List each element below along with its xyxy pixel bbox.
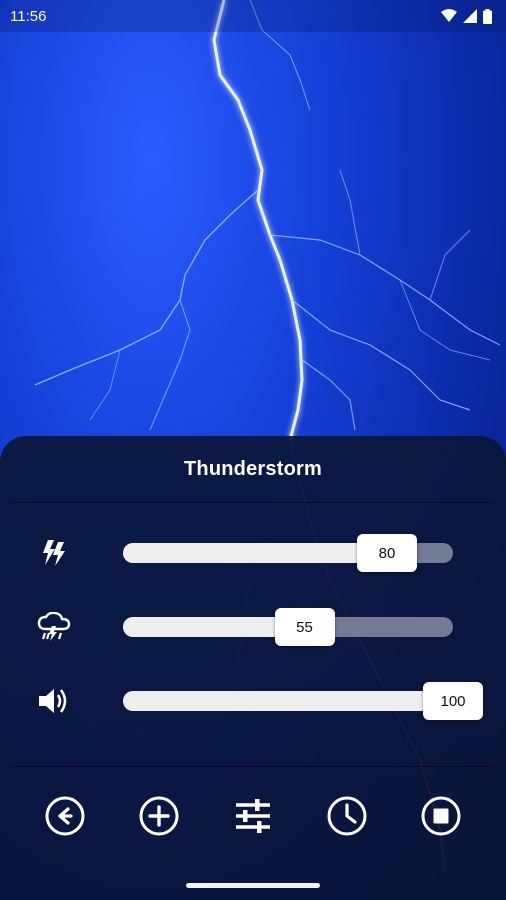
lightning-slider-thumb[interactable]: 80 bbox=[357, 534, 417, 572]
lightning-volume-row: 80 bbox=[0, 529, 506, 577]
controls-divider bbox=[12, 766, 494, 767]
stop-icon bbox=[421, 796, 461, 836]
timer-button[interactable] bbox=[323, 792, 371, 840]
back-button[interactable] bbox=[41, 792, 89, 840]
battery-icon bbox=[483, 8, 492, 24]
wifi-icon bbox=[441, 9, 457, 22]
status-bar: 11:56 bbox=[0, 0, 506, 32]
master-volume-slider[interactable]: 100 bbox=[123, 682, 483, 720]
lightning-slider[interactable]: 80 bbox=[123, 534, 453, 572]
storm-slider-thumb[interactable]: 55 bbox=[274, 608, 335, 646]
back-icon bbox=[45, 796, 85, 836]
home-gesture-bar[interactable] bbox=[186, 883, 320, 888]
add-button[interactable] bbox=[135, 792, 183, 840]
master-volume-row: 100 bbox=[0, 677, 506, 725]
player-controls bbox=[0, 776, 506, 856]
panel-title: Thunderstorm bbox=[184, 457, 322, 480]
title-divider bbox=[12, 502, 494, 503]
slider-fill bbox=[123, 543, 387, 563]
storm-slider[interactable]: 55 bbox=[123, 608, 453, 646]
signal-icon bbox=[463, 9, 477, 23]
storm-cloud-icon bbox=[36, 611, 72, 643]
stop-button[interactable] bbox=[417, 792, 465, 840]
slider-fill bbox=[123, 691, 453, 711]
add-icon bbox=[139, 796, 179, 836]
equalizer-icon bbox=[236, 799, 270, 833]
equalizer-button[interactable] bbox=[229, 792, 277, 840]
storm-volume-row: 55 bbox=[0, 603, 506, 651]
volume-icon bbox=[36, 685, 72, 717]
timer-icon bbox=[327, 796, 367, 836]
master-volume-slider-thumb[interactable]: 100 bbox=[423, 682, 483, 720]
lightning-icon bbox=[36, 537, 72, 569]
status-time: 11:56 bbox=[10, 7, 47, 25]
